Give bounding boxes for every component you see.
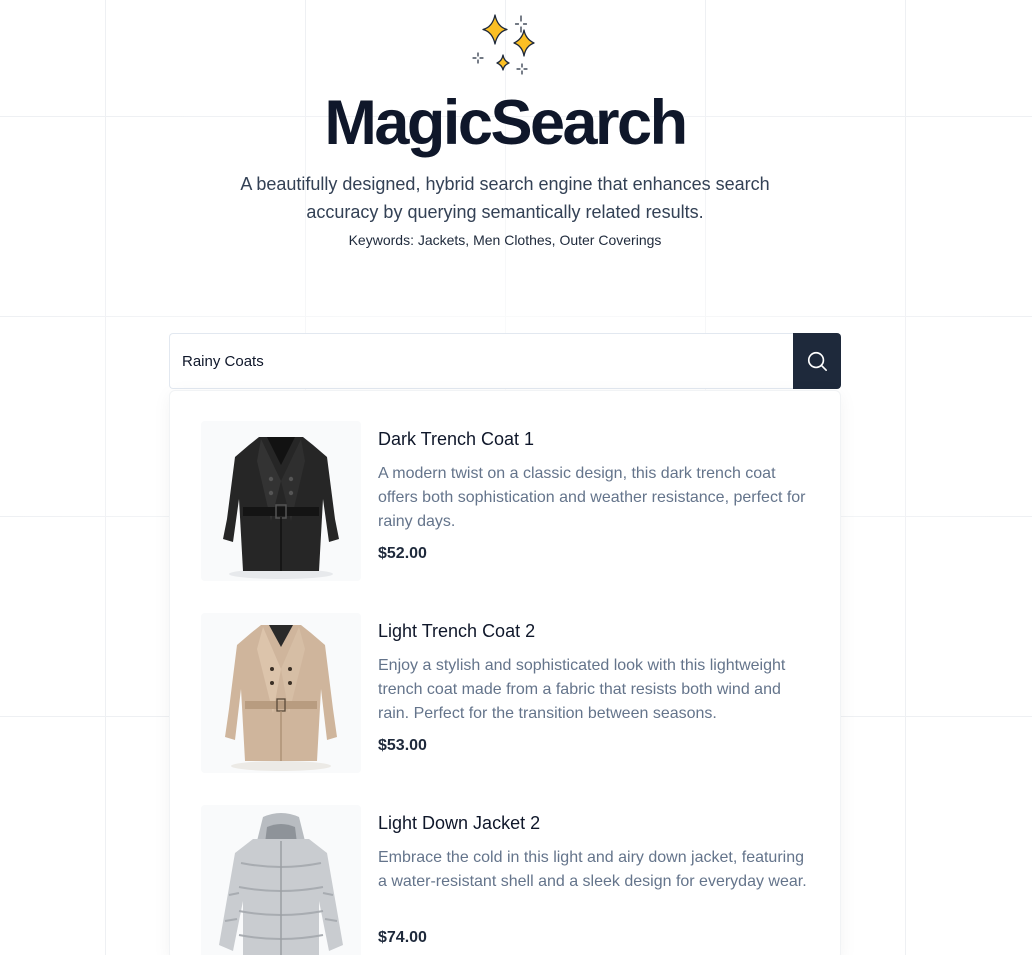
search-icon <box>807 351 827 371</box>
product-image <box>201 613 361 773</box>
app-title: MagicSearch <box>324 88 688 158</box>
result-price: $74.00 <box>378 929 427 946</box>
result-item[interactable]: Light Down Jacket 2 Embrace the cold in … <box>170 775 840 955</box>
result-item[interactable]: Light Trench Coat 2 Enjoy a stylish and … <box>170 583 840 773</box>
result-price: $52.00 <box>378 545 427 562</box>
keywords-text: Keywords: Jackets, Men Clothes, Outer Co… <box>348 232 662 248</box>
result-price: $53.00 <box>378 737 427 754</box>
search-input[interactable] <box>169 333 793 389</box>
result-item[interactable]: Dark Trench Coat 1 A modern twist on a c… <box>170 391 840 581</box>
light-trench-coat-image <box>201 613 361 773</box>
app-subtitle: A beautifully designed, hybrid search en… <box>240 174 770 222</box>
result-title: Light Down Jacket 2 <box>378 813 541 833</box>
search-bar <box>169 333 841 389</box>
result-description: Embrace the cold in this light and airy … <box>378 849 807 890</box>
product-image <box>201 805 361 955</box>
sparkles-icon <box>472 14 535 75</box>
search-button[interactable] <box>793 333 841 389</box>
product-image <box>201 421 361 581</box>
down-jacket-image <box>201 805 361 955</box>
result-title: Light Trench Coat 2 <box>378 621 536 641</box>
result-description: Enjoy a stylish and sophisticated look w… <box>378 657 786 722</box>
result-description: A modern twist on a classic design, this… <box>378 465 806 530</box>
dark-trench-coat-image <box>201 421 361 581</box>
search-results: Dark Trench Coat 1 A modern twist on a c… <box>169 390 841 955</box>
result-title: Dark Trench Coat 1 <box>378 429 535 449</box>
